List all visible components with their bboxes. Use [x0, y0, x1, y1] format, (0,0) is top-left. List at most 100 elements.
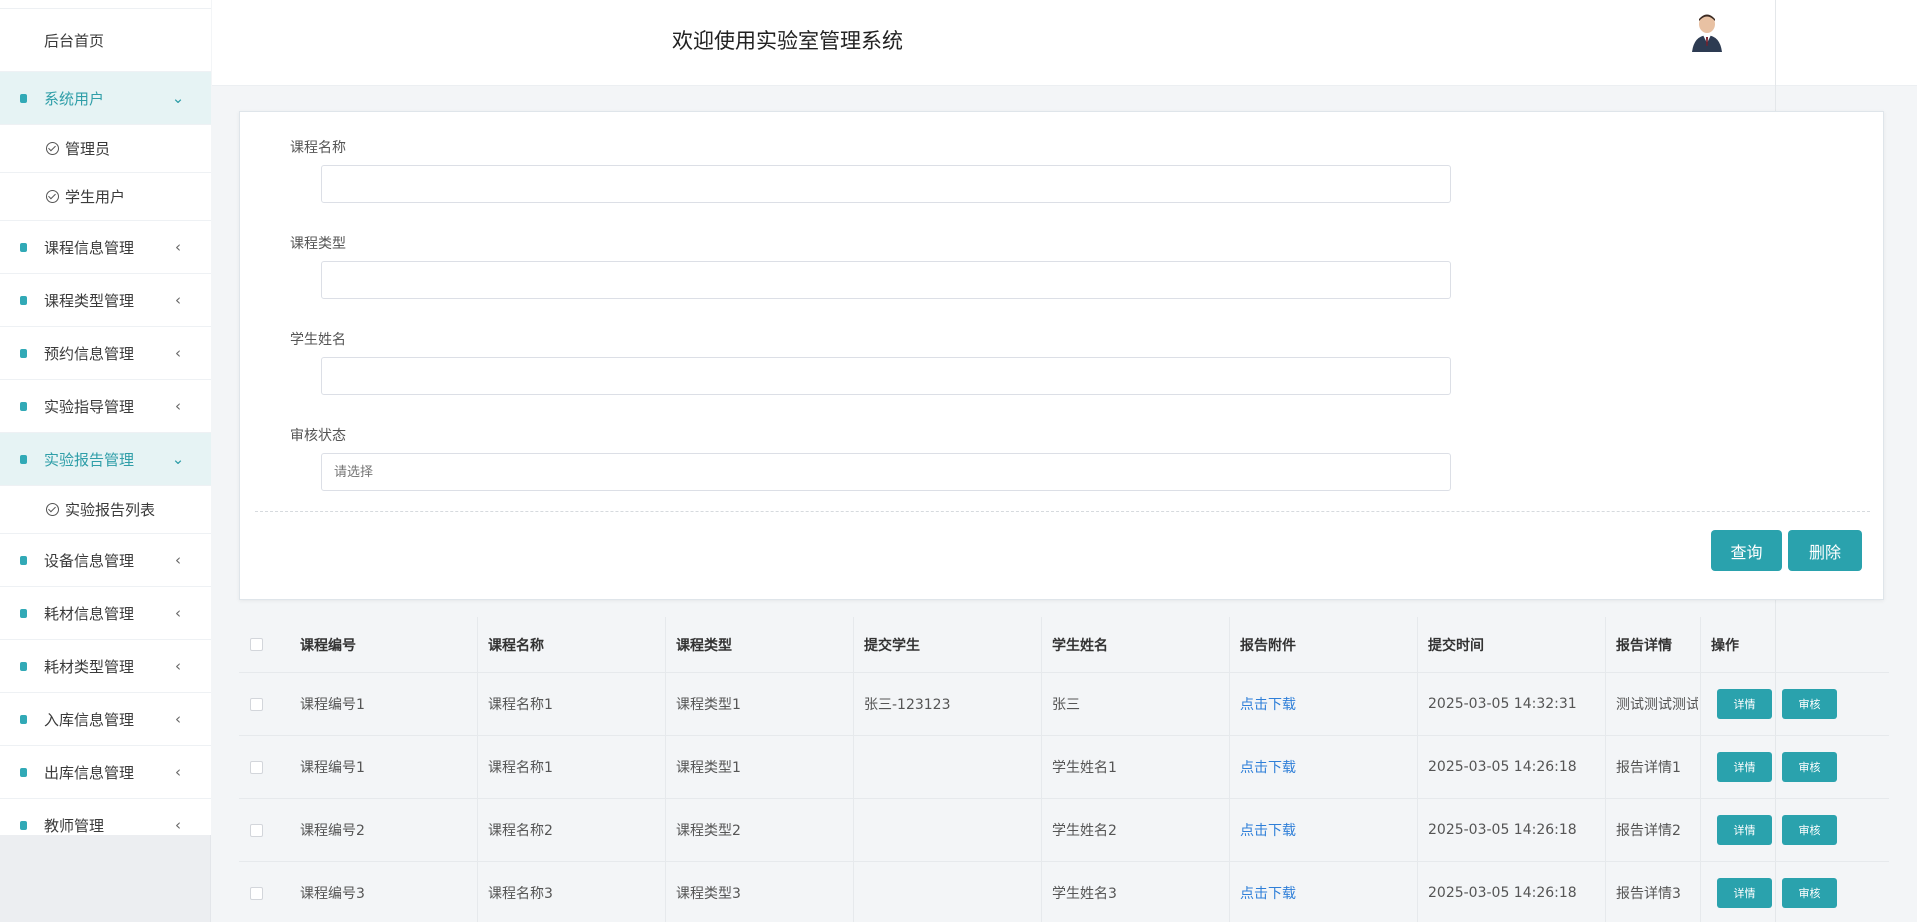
col-header: 报告附件: [1240, 637, 1296, 654]
menu-doc-icon: [20, 454, 27, 464]
course-name-input[interactable]: [321, 165, 1451, 203]
sidebar-item-equipment[interactable]: 设备信息管理 ‹: [0, 534, 211, 587]
sidebar-item-consumable-type[interactable]: 耗材类型管理 ‹: [0, 640, 211, 693]
audit-status-select[interactable]: [321, 453, 1451, 491]
sidebar-item-lab-report[interactable]: 实验报告管理 ⌄: [0, 433, 211, 486]
sidebar-item-label: 入库信息管理: [44, 710, 135, 729]
cell-report-detail: 报告详情1: [1616, 760, 1681, 776]
cell-submit-time: 2025-03-05 14:26:18: [1428, 885, 1577, 901]
cell-student-name: 学生姓名2: [1052, 823, 1117, 839]
sidebar-item-label: 出库信息管理: [44, 763, 135, 782]
sidebar: 后台首页 系统用户 ⌄ 管理员 学生用户 课程信息管理 ‹ 课程类型管理 ‹ 预…: [0, 0, 211, 922]
menu-top-divider: [0, 0, 211, 9]
sidebar-subitem-label: 实验报告列表: [65, 501, 156, 519]
table-row: 课程编号1 课程名称1 课程类型1 张三-123123 张三 点击下载 2025…: [239, 673, 1889, 736]
col-header: 提交学生: [864, 637, 920, 654]
column-divider: [1041, 799, 1042, 861]
row-checkbox[interactable]: [250, 823, 263, 837]
sidebar-item-system-users[interactable]: 系统用户 ⌄: [0, 72, 211, 125]
menu-doc-icon: [20, 555, 27, 565]
select-all-checkbox[interactable]: [250, 638, 263, 651]
chevron-left-icon: ‹: [175, 291, 181, 309]
sidebar-subitem-student-users[interactable]: 学生用户: [0, 173, 211, 221]
audit-button[interactable]: 审核: [1782, 689, 1837, 719]
column-divider: [1605, 862, 1606, 922]
column-divider: [477, 736, 478, 798]
audit-button[interactable]: 审核: [1782, 752, 1837, 782]
cell-course-name: 课程名称1: [488, 760, 553, 776]
sidebar-item-stock-out[interactable]: 出库信息管理 ‹: [0, 746, 211, 799]
download-link[interactable]: 点击下载: [1240, 820, 1296, 840]
cell-course-type: 课程类型1: [676, 760, 741, 776]
table-row: 课程编号2 课程名称2 课程类型2 学生姓名2 点击下载 2025-03-05 …: [239, 799, 1889, 862]
column-divider: [1041, 862, 1042, 922]
menu-doc-icon: [20, 295, 27, 305]
col-header: 操作: [1711, 637, 1739, 654]
sidebar-item-stock-in[interactable]: 入库信息管理 ‹: [0, 693, 211, 746]
chevron-left-icon: ‹: [175, 710, 181, 728]
sidebar-item-booking[interactable]: 预约信息管理 ‹: [0, 327, 211, 380]
course-type-input[interactable]: [321, 261, 1451, 299]
cell-course-type: 课程类型2: [676, 823, 741, 839]
column-divider: [853, 736, 854, 798]
column-divider: [853, 862, 854, 922]
download-link[interactable]: 点击下载: [1240, 757, 1296, 777]
menu-doc-icon: [20, 348, 27, 358]
download-link[interactable]: 点击下载: [1240, 694, 1296, 714]
sidebar-menu: 后台首页 系统用户 ⌄ 管理员 学生用户 课程信息管理 ‹ 课程类型管理 ‹ 预…: [0, 0, 211, 835]
course-name-label: 课程名称: [290, 140, 346, 156]
column-divider: [1041, 617, 1042, 672]
delete-button[interactable]: 删除: [1788, 530, 1862, 571]
cell-submit-student: 张三-123123: [864, 697, 951, 713]
sidebar-item-label: 耗材信息管理: [44, 604, 135, 623]
detail-button[interactable]: 详情: [1717, 815, 1772, 845]
col-header: 学生姓名: [1052, 637, 1108, 654]
column-divider: [665, 617, 666, 672]
column-divider: [1700, 736, 1701, 798]
column-divider: [477, 673, 478, 735]
row-checkbox[interactable]: [250, 886, 263, 900]
student-name-input[interactable]: [321, 357, 1451, 395]
column-divider: [1700, 673, 1701, 735]
sidebar-item-course-info[interactable]: 课程信息管理 ‹: [0, 221, 211, 274]
form-divider: [255, 511, 1870, 512]
cell-student-name: 学生姓名1: [1052, 760, 1117, 776]
cell-course-code: 课程编号2: [300, 823, 365, 839]
detail-button[interactable]: 详情: [1717, 752, 1772, 782]
cell-submit-time: 2025-03-05 14:26:18: [1428, 822, 1577, 838]
sidebar-subitem-admin[interactable]: 管理员: [0, 125, 211, 173]
row-checkbox[interactable]: [250, 697, 263, 711]
col-header: 提交时间: [1428, 637, 1484, 654]
menu-doc-icon: [20, 767, 27, 777]
sidebar-item-teacher[interactable]: 教师管理 ‹: [0, 799, 211, 835]
sidebar-item-label: 后台首页: [44, 31, 105, 50]
avatar[interactable]: [1690, 12, 1724, 52]
detail-button[interactable]: 详情: [1717, 878, 1772, 908]
column-divider: [853, 617, 854, 672]
row-checkbox[interactable]: [250, 760, 263, 774]
sidebar-item-home[interactable]: 后台首页: [0, 9, 211, 72]
cell-student-name: 张三: [1052, 697, 1080, 713]
detail-button[interactable]: 详情: [1717, 689, 1772, 719]
query-button[interactable]: 查询: [1711, 530, 1782, 571]
chevron-left-icon: ‹: [175, 397, 181, 415]
cell-course-code: 课程编号1: [300, 697, 365, 713]
report-table: 课程编号 课程名称 课程类型 提交学生 学生姓名 报告附件 提交时间 报告详情 …: [239, 617, 1889, 922]
sidebar-item-consumables[interactable]: 耗材信息管理 ‹: [0, 587, 211, 640]
column-divider: [1417, 617, 1418, 672]
page-title: 欢迎使用实验室管理系统: [672, 29, 903, 53]
sidebar-item-course-type[interactable]: 课程类型管理 ‹: [0, 274, 211, 327]
column-divider: [1417, 799, 1418, 861]
sidebar-item-lab-guide[interactable]: 实验指导管理 ‹: [0, 380, 211, 433]
sidebar-subitem-report-list[interactable]: 实验报告列表: [0, 486, 211, 534]
cell-report-detail: 报告详情3: [1616, 886, 1681, 902]
audit-button[interactable]: 审核: [1782, 815, 1837, 845]
menu-doc-icon: [20, 661, 27, 671]
download-link[interactable]: 点击下载: [1240, 883, 1296, 903]
column-divider: [1229, 736, 1230, 798]
column-divider: [1605, 799, 1606, 861]
sidebar-item-label: 实验报告管理: [44, 450, 135, 469]
audit-button[interactable]: 审核: [1782, 878, 1837, 908]
cell-course-name: 课程名称2: [488, 823, 553, 839]
sidebar-item-label: 实验指导管理: [44, 397, 135, 416]
